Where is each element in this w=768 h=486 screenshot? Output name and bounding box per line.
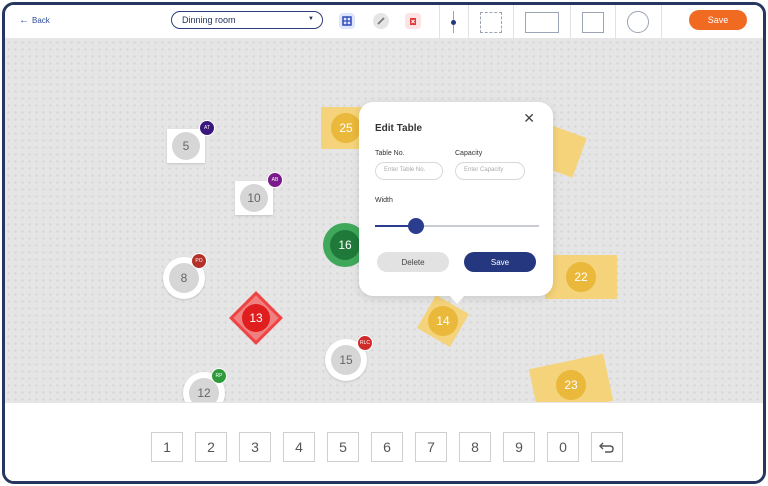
room-select[interactable]: Dinning room ▼ — [171, 11, 323, 29]
server-badge: AT — [199, 120, 215, 136]
capacity-input[interactable]: Enter Capacity — [455, 162, 525, 180]
vertical-line-tool[interactable] — [451, 11, 456, 33]
numeric-keypad: 1 2 3 4 5 6 7 8 9 0 — [5, 402, 763, 481]
back-button[interactable]: ← Back — [19, 15, 50, 26]
width-label: Width — [375, 197, 393, 204]
edit-icon[interactable] — [373, 13, 389, 29]
table-22[interactable]: 22 — [545, 255, 617, 299]
table-8[interactable]: 8 PO — [163, 253, 207, 299]
key-9[interactable]: 9 — [503, 432, 535, 462]
close-icon[interactable]: ✕ — [523, 110, 535, 127]
arrow-left-icon: ← — [19, 15, 29, 26]
key-3[interactable]: 3 — [239, 432, 271, 462]
table-number: 5 — [172, 132, 200, 160]
table-number: 13 — [242, 304, 270, 332]
server-badge: RP — [211, 368, 227, 384]
key-1[interactable]: 1 — [151, 432, 183, 462]
toolbar-divider — [513, 5, 514, 39]
table-number: 16 — [330, 230, 360, 260]
toolbar-divider — [468, 5, 469, 39]
backspace-button[interactable] — [591, 432, 623, 462]
app-frame: ← Back Dinning room ▼ Save 5 AT 10 AB 8 … — [2, 2, 766, 484]
key-2[interactable]: 2 — [195, 432, 227, 462]
back-label: Back — [32, 16, 50, 25]
popup-save-button[interactable]: Save — [464, 252, 536, 272]
table-no-input[interactable]: Enter Table No. — [375, 162, 443, 180]
toolbar-divider — [661, 5, 662, 39]
capacity-label: Capacity — [455, 150, 483, 157]
table-number: 10 — [240, 184, 268, 212]
undo-arrow-icon — [599, 442, 614, 453]
width-slider-thumb[interactable] — [408, 218, 424, 234]
layout-icon[interactable] — [339, 13, 355, 29]
small-square-table-tool[interactable] — [582, 12, 604, 33]
table-no-label: Table No. — [375, 150, 405, 157]
key-0[interactable]: 0 — [547, 432, 579, 462]
key-8[interactable]: 8 — [459, 432, 491, 462]
popup-title: Edit Table — [375, 123, 423, 134]
table-number: 25 — [331, 113, 361, 143]
table-10[interactable]: 10 AB — [233, 172, 283, 219]
floor-canvas[interactable]: 5 AT 10 AB 8 PO 13 12 RP 15 RLC 16 25 14… — [5, 39, 763, 402]
server-badge: RLC — [357, 335, 373, 351]
toolbar: ← Back Dinning room ▼ Save — [5, 5, 763, 39]
table-12[interactable]: 12 RP — [183, 368, 227, 402]
key-6[interactable]: 6 — [371, 432, 403, 462]
table-number: 14 — [428, 306, 458, 336]
server-badge: PO — [191, 253, 207, 269]
edit-table-popup: Edit Table ✕ Table No. Enter Table No. C… — [359, 102, 553, 304]
room-select-value: Dinning room — [182, 15, 236, 25]
table-23[interactable]: 23 — [528, 353, 614, 402]
server-badge: AB — [267, 172, 283, 188]
chevron-down-icon: ▼ — [308, 16, 314, 22]
save-button[interactable]: Save — [689, 10, 747, 30]
key-4[interactable]: 4 — [283, 432, 315, 462]
key-7[interactable]: 7 — [415, 432, 447, 462]
toolbar-divider — [570, 5, 571, 39]
table-5[interactable]: 5 AT — [165, 120, 215, 167]
table-15[interactable]: 15 RLC — [325, 335, 373, 381]
round-table-tool[interactable] — [627, 11, 649, 33]
width-slider[interactable] — [375, 218, 539, 234]
table-number: 22 — [566, 262, 596, 292]
table-13[interactable]: 13 — [229, 291, 283, 345]
table-number: 15 — [331, 345, 361, 375]
rectangle-table-tool[interactable] — [525, 12, 559, 33]
toolbar-divider — [439, 5, 440, 39]
delete-button[interactable]: Delete — [377, 252, 449, 272]
popup-pointer — [449, 295, 465, 304]
table-number: 23 — [556, 370, 586, 400]
square-table-tool[interactable] — [480, 12, 502, 33]
toolbar-divider — [615, 5, 616, 39]
key-5[interactable]: 5 — [327, 432, 359, 462]
delete-icon[interactable] — [405, 13, 421, 29]
